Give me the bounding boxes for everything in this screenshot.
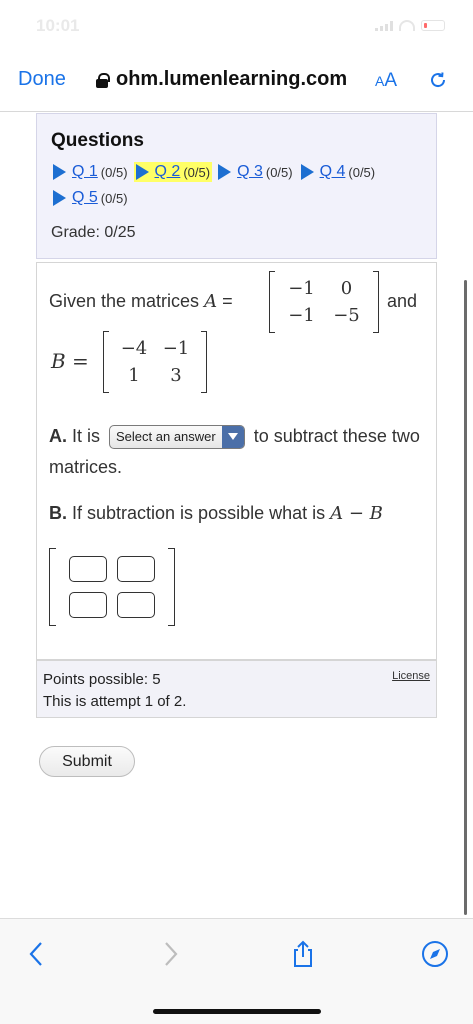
- question-nav-item-1[interactable]: Q 1 (0/5): [51, 162, 130, 182]
- question-nav-item-4[interactable]: Q 4 (0/5): [299, 162, 378, 182]
- status-bar: 10:01: [0, 0, 473, 48]
- scrollbar[interactable]: [464, 280, 467, 915]
- play-triangle-icon: [135, 164, 149, 180]
- status-icons: [375, 20, 445, 31]
- text-size-button[interactable]: AA: [375, 70, 397, 92]
- answer-input-r1c2[interactable]: [117, 556, 155, 582]
- given-text: Given the matrices A =: [49, 291, 233, 312]
- question-nav-row-2: Q 5 (0/5): [51, 188, 134, 208]
- play-triangle-icon: [53, 190, 66, 206]
- answer-matrix: [49, 548, 175, 626]
- chevron-down-icon: [221, 426, 244, 449]
- browser-nav-bar: Done ohm.lumenlearning.com AA: [0, 56, 473, 104]
- play-triangle-icon: [53, 164, 66, 180]
- matrix-b-cell: −4: [120, 338, 148, 359]
- answer-select[interactable]: Select an answer: [109, 425, 245, 450]
- address-bar[interactable]: ohm.lumenlearning.com: [96, 68, 347, 91]
- compass-icon[interactable]: [420, 939, 450, 969]
- matrix-b-cell: −1: [162, 338, 190, 359]
- battery-icon: [421, 20, 445, 31]
- forward-icon[interactable]: [155, 939, 185, 969]
- questions-heading: Questions: [51, 130, 144, 151]
- points-panel: Points possible: 5 This is attempt 1 of …: [36, 660, 437, 718]
- matrix-b-cell: 1: [128, 365, 140, 386]
- lock-icon: [96, 72, 110, 88]
- matrix-a-cell: −5: [333, 305, 360, 326]
- answer-input-r2c2[interactable]: [117, 592, 155, 618]
- status-time: 10:01: [36, 16, 80, 35]
- grade-text: Grade: 0/25: [51, 224, 136, 241]
- back-icon[interactable]: [22, 939, 52, 969]
- matrix-bracket-left: [49, 548, 56, 626]
- home-indicator: [153, 1009, 321, 1014]
- url-text: ohm.lumenlearning.com: [116, 68, 348, 90]
- question-nav-row-1: Q 1 (0/5) Q 2 (0/5) Q 3 (0/5) Q 4 (0/5): [51, 162, 381, 182]
- matrix-a-cell: −1: [288, 278, 315, 299]
- nav-divider: [0, 111, 473, 112]
- matrix-b-cell: 3: [170, 365, 182, 386]
- and-text: and: [387, 291, 418, 311]
- answer-input-r1c1[interactable]: [69, 556, 107, 582]
- wifi-icon: [399, 20, 415, 31]
- matrix-b: −4 −1 1 3: [103, 331, 207, 393]
- share-icon[interactable]: [288, 939, 318, 969]
- matrix-bracket-right: [201, 331, 207, 393]
- cellular-signal-icon: [375, 20, 393, 31]
- points-possible: Points possible: 5: [43, 671, 161, 688]
- license-link[interactable]: License: [392, 670, 430, 682]
- matrix-bracket-right: [168, 548, 175, 626]
- play-triangle-icon: [218, 164, 232, 180]
- matrix-a: −1 0 −1 −5: [269, 271, 379, 333]
- question-nav-item-2[interactable]: Q 2 (0/5): [133, 162, 213, 182]
- matrix-a-cell: −1: [288, 305, 315, 326]
- b-label: B =: [51, 349, 89, 373]
- matrix-a-cell: 0: [340, 278, 353, 299]
- matrix-bracket-right: [373, 271, 379, 333]
- part-a-question: A. It is Select an answer to subtract th…: [49, 425, 420, 477]
- question-nav-item-5[interactable]: Q 5 (0/5): [51, 188, 130, 208]
- question-nav-item-3[interactable]: Q 3 (0/5): [216, 162, 295, 182]
- submit-button[interactable]: Submit: [39, 746, 135, 777]
- problem-panel: Given the matrices A = −1 0 −1 −5 and B …: [36, 262, 437, 660]
- attempt-text: This is attempt 1 of 2.: [43, 693, 187, 710]
- matrix-bracket-left: [103, 331, 109, 393]
- play-triangle-icon: [300, 164, 314, 180]
- matrix-bracket-left: [269, 271, 275, 333]
- answer-input-r2c1[interactable]: [69, 592, 107, 618]
- done-button[interactable]: Done: [18, 68, 66, 91]
- questions-panel: Questions Q 1 (0/5) Q 2 (0/5) Q 3 (0/5) …: [36, 113, 437, 259]
- reload-icon[interactable]: [428, 70, 448, 90]
- part-b-question: B. If subtraction is possible what is A …: [49, 503, 383, 524]
